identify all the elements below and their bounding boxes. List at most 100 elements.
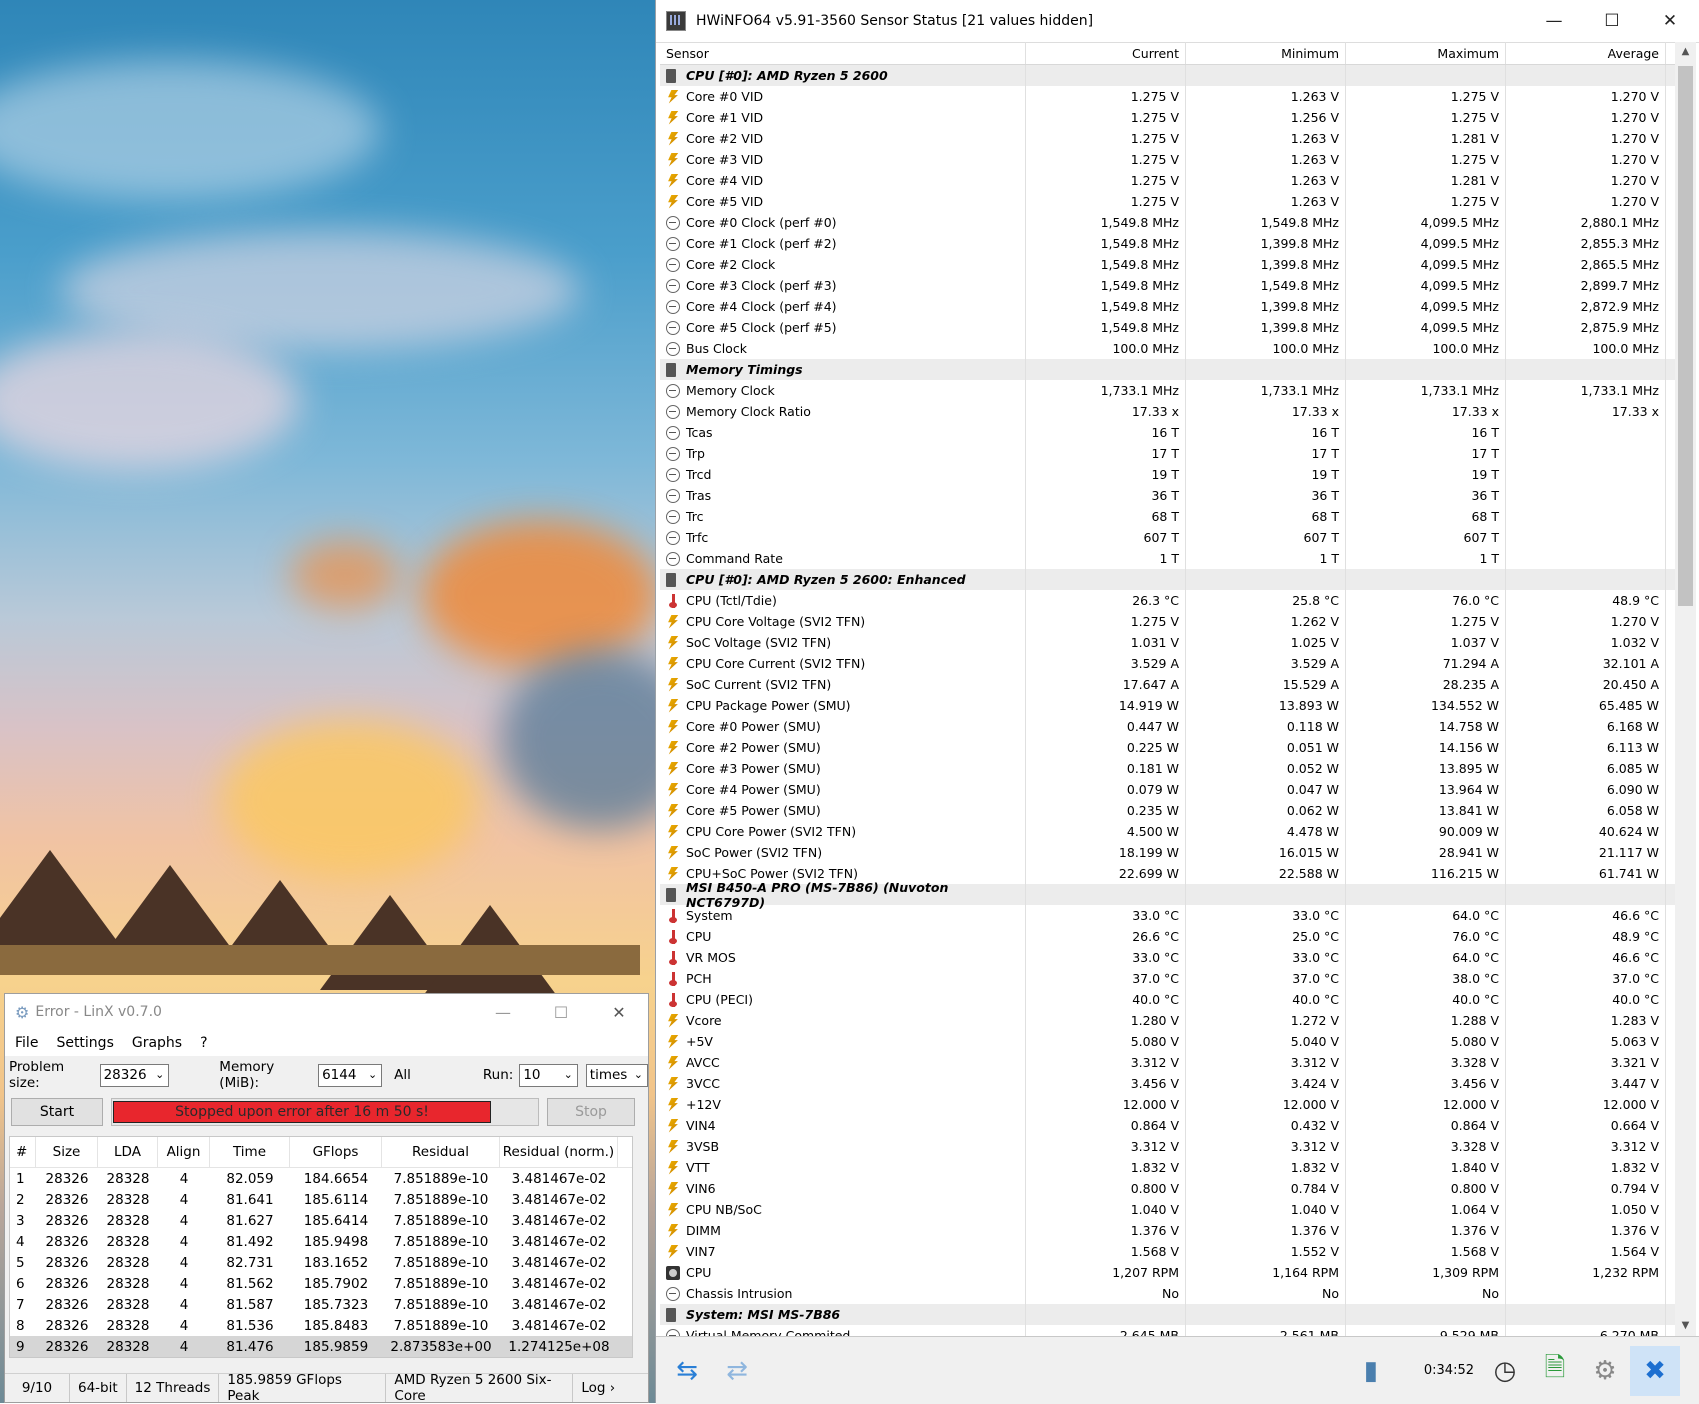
sensor-row[interactable]: Core #2 Power (SMU) 0.225 W 0.051 W 14.156 … — [660, 737, 1675, 758]
column-header-sensor[interactable]: Sensor — [660, 42, 1026, 64]
column-header-maximum[interactable]: Maximum — [1346, 42, 1506, 64]
sensor-row[interactable]: VR MOS 33.0 °C 33.0 °C 64.0 °C 46.6 °C — [660, 947, 1675, 968]
sensor-row[interactable]: SoC Current (SVI2 TFN) 17.647 A 15.529 A 28… — [660, 674, 1675, 695]
sensor-row[interactable]: VIN7 1.568 V 1.552 V 1.568 V 1.564 V — [660, 1241, 1675, 1262]
sensor-row[interactable]: AVCC 3.312 V 3.312 V 3.328 V 3.321 V — [660, 1052, 1675, 1073]
minimize-button[interactable]: — — [1525, 0, 1583, 42]
sensor-row[interactable]: Core #3 VID 1.275 V 1.263 V 1.275 V 1.270 V — [660, 149, 1675, 170]
result-row[interactable]: 4 28326 28328 4 81.492 185.9498 7.851889e-10 3.… — [10, 1231, 632, 1252]
sensor-row[interactable]: CPU 1,207 RPM 1,164 RPM 1,309 RPM 1,232 RPM — [660, 1262, 1675, 1283]
close-button[interactable]: ✕ — [1641, 0, 1699, 42]
sensor-row[interactable]: Core #2 Clock 1,549.8 MHz 1,399.8 MHz 4,099… — [660, 254, 1675, 275]
sensor-row[interactable]: Chassis Intrusion No No No — [660, 1283, 1675, 1304]
scroll-down-arrow[interactable]: ▼ — [1675, 1316, 1696, 1336]
sensor-row[interactable]: Virtual Memory Commited 2,645 MB 2,561 MB 9… — [660, 1325, 1675, 1336]
result-row[interactable]: 6 28326 28328 4 81.562 185.7902 7.851889e-10 3.… — [10, 1273, 632, 1294]
column-header-time[interactable]: Time — [210, 1137, 290, 1167]
sensor-row[interactable]: CPU Core Current (SVI2 TFN) 3.529 A 3.529 … — [660, 653, 1675, 674]
sensor-row[interactable]: Trfc 607 T 607 T 607 T — [660, 527, 1675, 548]
new-report-icon[interactable]: 🗎 — [1530, 1346, 1580, 1396]
sensor-row[interactable]: Core #1 VID 1.275 V 1.256 V 1.275 V 1.270 V — [660, 107, 1675, 128]
column-header-residual-norm[interactable]: Residual (norm.) — [500, 1137, 618, 1167]
sensor-row[interactable]: VIN4 0.864 V 0.432 V 0.864 V 0.664 V — [660, 1115, 1675, 1136]
column-header-align[interactable]: Align — [158, 1137, 210, 1167]
sensor-group-row[interactable]: CPU [#0]: AMD Ryzen 5 2600 — [660, 65, 1675, 86]
sensor-row[interactable]: Core #4 Power (SMU) 0.079 W 0.047 W 13.964 … — [660, 779, 1675, 800]
column-header-current[interactable]: Current — [1026, 42, 1186, 64]
sensor-row[interactable]: Vcore 1.280 V 1.272 V 1.288 V 1.283 V — [660, 1010, 1675, 1031]
sensor-row[interactable]: PCH 37.0 °C 37.0 °C 38.0 °C 37.0 °C — [660, 968, 1675, 989]
sensor-row[interactable]: Core #0 Clock (perf #0) 1,549.8 MHz 1,549.… — [660, 212, 1675, 233]
menu-graphs[interactable]: Graphs — [132, 1035, 182, 1051]
column-header-size[interactable]: Size — [36, 1137, 98, 1167]
log-button[interactable]: Log › — [573, 1374, 623, 1402]
sensor-row[interactable]: Bus Clock 100.0 MHz 100.0 MHz 100.0 MHz 100.… — [660, 338, 1675, 359]
scroll-up-arrow[interactable]: ▲ — [1675, 42, 1696, 62]
sensor-row[interactable]: CPU Core Voltage (SVI2 TFN) 1.275 V 1.262 … — [660, 611, 1675, 632]
sensor-row[interactable]: Core #5 Power (SMU) 0.235 W 0.062 W 13.841 … — [660, 800, 1675, 821]
result-row[interactable]: 9 28326 28328 4 81.476 185.9859 2.873583e+00 1.… — [10, 1336, 632, 1357]
sensor-row[interactable]: CPU (Tctl/Tdie) 26.3 °C 25.8 °C 76.0 °C 48.9… — [660, 590, 1675, 611]
sensor-row[interactable]: CPU 26.6 °C 25.0 °C 76.0 °C 48.9 °C — [660, 926, 1675, 947]
problem-size-combo[interactable]: 28326 ⌄ — [99, 1063, 170, 1087]
sensor-row[interactable]: Core #1 Clock (perf #2) 1,549.8 MHz 1,399.… — [660, 233, 1675, 254]
start-button[interactable]: Start — [11, 1098, 103, 1126]
sensor-row[interactable]: DIMM 1.376 V 1.376 V 1.376 V 1.376 V — [660, 1220, 1675, 1241]
clock-icon[interactable]: ◷ — [1480, 1346, 1530, 1396]
network-icon[interactable]: ▮ — [1346, 1346, 1396, 1396]
sensor-row[interactable]: Tras 36 T 36 T 36 T — [660, 485, 1675, 506]
column-header-index[interactable]: # — [10, 1137, 36, 1167]
stop-button[interactable]: Stop — [547, 1098, 635, 1126]
sensor-row[interactable]: Tcas 16 T 16 T 16 T — [660, 422, 1675, 443]
sensor-row[interactable]: VIN6 0.800 V 0.784 V 0.800 V 0.794 V — [660, 1178, 1675, 1199]
sensor-row[interactable]: VTT 1.832 V 1.832 V 1.840 V 1.832 V — [660, 1157, 1675, 1178]
memory-combo[interactable]: 6144 ⌄ — [318, 1063, 383, 1087]
linx-close-button[interactable]: ✕ — [590, 1003, 648, 1022]
column-header-gflops[interactable]: GFlops — [290, 1137, 382, 1167]
sensor-row[interactable]: Core #3 Clock (perf #3) 1,549.8 MHz 1,549.… — [660, 275, 1675, 296]
sensor-row[interactable]: Command Rate 1 T1 T1 T — [660, 548, 1675, 569]
result-row[interactable]: 5 28326 28328 4 82.731 183.1652 7.851889e-10 3.… — [10, 1252, 632, 1273]
sensor-row[interactable]: +12V 12.000 V 12.000 V 12.000 V 12.000 V — [660, 1094, 1675, 1115]
run-count-combo[interactable]: 10 ⌄ — [519, 1063, 578, 1087]
memory-all-option[interactable]: All — [394, 1067, 411, 1083]
sensor-row[interactable]: CPU (PECI) 40.0 °C 40.0 °C 40.0 °C 40.0 °C — [660, 989, 1675, 1010]
sensor-row[interactable]: Core #2 VID 1.275 V 1.263 V 1.281 V 1.270 V — [660, 128, 1675, 149]
sensor-row[interactable]: Core #4 VID 1.275 V 1.263 V 1.281 V 1.270 V — [660, 170, 1675, 191]
sensor-row[interactable]: Core #0 Power (SMU) 0.447 W 0.118 W 14.758 … — [660, 716, 1675, 737]
sensor-row[interactable]: CPU Core Power (SVI2 TFN) 4.500 W 4.478 W9… — [660, 821, 1675, 842]
sensor-row[interactable]: Core #3 Power (SMU) 0.181 W 0.052 W 13.895 … — [660, 758, 1675, 779]
result-row[interactable]: 7 28326 28328 4 81.587 185.7323 7.851889e-10 3.… — [10, 1294, 632, 1315]
sensor-row[interactable]: Core #5 VID 1.275 V 1.263 V 1.275 V 1.270 V — [660, 191, 1675, 212]
sensor-row[interactable]: Trp 17 T 17 T 17 T — [660, 443, 1675, 464]
menu-help[interactable]: ? — [200, 1035, 207, 1051]
sensor-row[interactable]: Trc 68 T 68 T 68 T — [660, 506, 1675, 527]
column-header-lda[interactable]: LDA — [98, 1137, 158, 1167]
menu-settings[interactable]: Settings — [56, 1035, 113, 1051]
linx-minimize-button[interactable]: — — [474, 1003, 532, 1022]
sensor-row[interactable]: Memory Clock 1,733.1 MHz 1,733.1 MHz 1,733.… — [660, 380, 1675, 401]
run-unit-combo[interactable]: times ⌄ — [585, 1063, 648, 1087]
sensor-row[interactable]: Trcd 19 T 19 T 19 T — [660, 464, 1675, 485]
sensor-group-row[interactable]: MSI B450-A PRO (MS-7B86) (Nuvoton NCT679… — [660, 880, 1675, 910]
sensor-row[interactable]: Core #0 VID 1.275 V 1.263 V 1.275 V 1.270 V — [660, 86, 1675, 107]
sensor-group-row[interactable]: Memory Timings — [660, 359, 1675, 380]
sensor-row[interactable]: CPU NB/SoC 1.040 V 1.040 V 1.064 V 1.050 V — [660, 1199, 1675, 1220]
collapse-arrows-icon[interactable]: ⇄ — [712, 1346, 762, 1396]
result-row[interactable]: 2 28326 28328 4 81.641 185.6114 7.851889e-10 3.… — [10, 1189, 632, 1210]
column-header-average[interactable]: Average — [1506, 42, 1666, 64]
sensor-group-row[interactable]: System: MSI MS-7B86 — [660, 1304, 1675, 1325]
menu-file[interactable]: File — [15, 1035, 38, 1051]
sensor-row[interactable]: Core #5 Clock (perf #5) 1,549.8 MHz 1,399.… — [660, 317, 1675, 338]
linx-maximize-button[interactable]: ☐ — [532, 1003, 590, 1022]
sensor-row[interactable]: Memory Clock Ratio 17.33 x 17.33 x 17.33 x1… — [660, 401, 1675, 422]
sensor-row[interactable]: Core #4 Clock (perf #4) 1,549.8 MHz 1,399.… — [660, 296, 1675, 317]
sensor-row[interactable]: +5V 5.080 V 5.040 V 5.080 V 5.063 V — [660, 1031, 1675, 1052]
sensor-row[interactable]: 3VCC 3.456 V 3.424 V 3.456 V 3.447 V — [660, 1073, 1675, 1094]
sensor-row[interactable]: System 33.0 °C 33.0 °C 64.0 °C 46.6 °C — [660, 905, 1675, 926]
result-row[interactable]: 8 28326 28328 4 81.536 185.8483 7.851889e-10 3.… — [10, 1315, 632, 1336]
result-row[interactable]: 3 28326 28328 4 81.627 185.6414 7.851889e-10 3.… — [10, 1210, 632, 1231]
vertical-scrollbar[interactable]: ▲ ▼ — [1675, 42, 1696, 1336]
close-sensors-icon[interactable]: ✖ — [1630, 1345, 1680, 1396]
column-header-minimum[interactable]: Minimum — [1186, 42, 1346, 64]
